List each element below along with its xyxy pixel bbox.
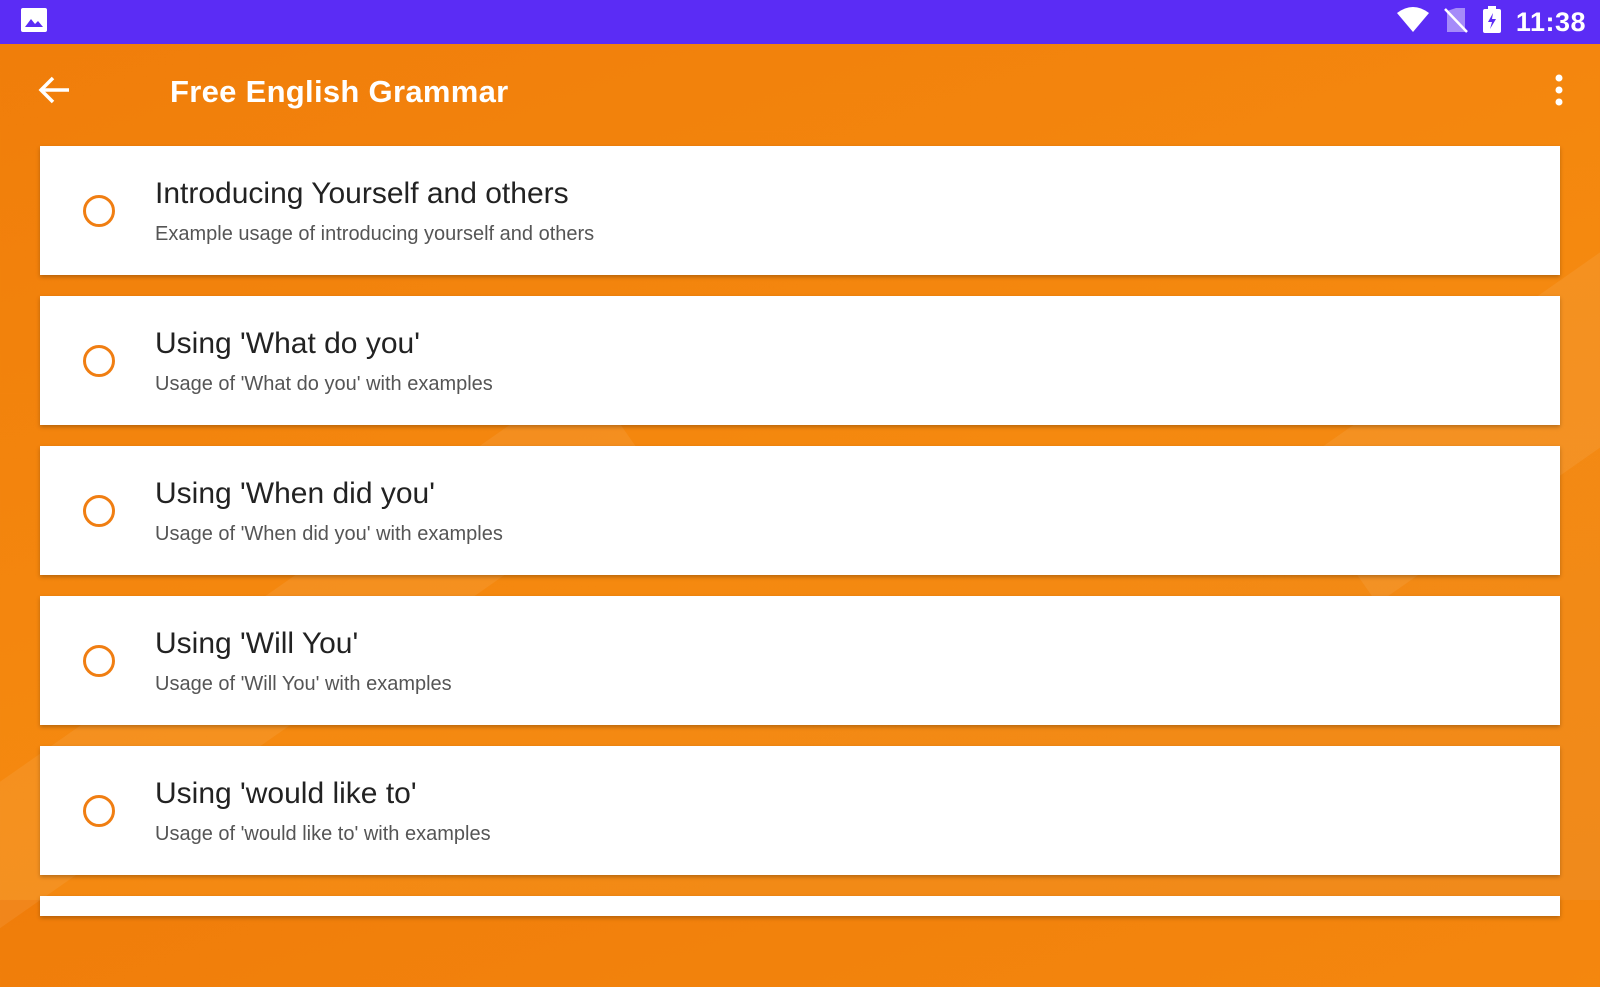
lesson-title: Using 'When did you' bbox=[155, 476, 435, 510]
radio-button[interactable] bbox=[83, 644, 115, 677]
page-title: Free English Grammar bbox=[170, 74, 509, 109]
app-bar: Free English Grammar bbox=[0, 44, 1600, 140]
lesson-card[interactable]: Using 'Will You' Usage of 'Will You' wit… bbox=[40, 596, 1560, 725]
radio-button[interactable] bbox=[83, 794, 115, 827]
lesson-title: Using 'Will You' bbox=[155, 626, 359, 660]
image-icon bbox=[20, 7, 48, 38]
lesson-subtitle: Example usage of introducing yourself an… bbox=[155, 222, 595, 245]
status-bar: 11:38 bbox=[0, 0, 1600, 44]
lesson-title: Using 'What do you' bbox=[155, 326, 420, 360]
radio-button[interactable] bbox=[83, 344, 115, 377]
lesson-subtitle: Usage of 'Will You' with examples bbox=[155, 672, 452, 695]
lesson-title: Using 'would like to' bbox=[155, 776, 417, 810]
no-sim-icon bbox=[1444, 7, 1468, 38]
lesson-subtitle: Usage of 'would like to' with examples bbox=[155, 822, 491, 845]
wifi-icon bbox=[1396, 6, 1430, 38]
radio-button[interactable] bbox=[83, 194, 115, 227]
overflow-menu-button[interactable] bbox=[1544, 70, 1574, 114]
lesson-card[interactable]: Introducing Yourself and others Example … bbox=[40, 146, 1560, 275]
more-vert-icon bbox=[1555, 74, 1563, 111]
lesson-subtitle: Usage of 'What do you' with examples bbox=[155, 372, 493, 395]
battery-icon bbox=[1482, 5, 1502, 39]
lesson-card-partial[interactable] bbox=[40, 896, 1560, 916]
lesson-title: Introducing Yourself and others bbox=[155, 176, 569, 210]
status-time: 11:38 bbox=[1515, 6, 1586, 37]
radio-button[interactable] bbox=[83, 494, 115, 527]
lesson-card[interactable]: Using 'would like to' Usage of 'would li… bbox=[40, 746, 1560, 875]
lesson-subtitle: Usage of 'When did you' with examples bbox=[155, 522, 503, 545]
lesson-card[interactable]: Using 'When did you' Usage of 'When did … bbox=[40, 446, 1560, 575]
lesson-card[interactable]: Using 'What do you' Usage of 'What do yo… bbox=[40, 296, 1560, 425]
arrow-back-icon bbox=[37, 75, 71, 110]
lesson-list: Introducing Yourself and others Example … bbox=[40, 146, 1560, 916]
back-button[interactable] bbox=[34, 72, 74, 112]
